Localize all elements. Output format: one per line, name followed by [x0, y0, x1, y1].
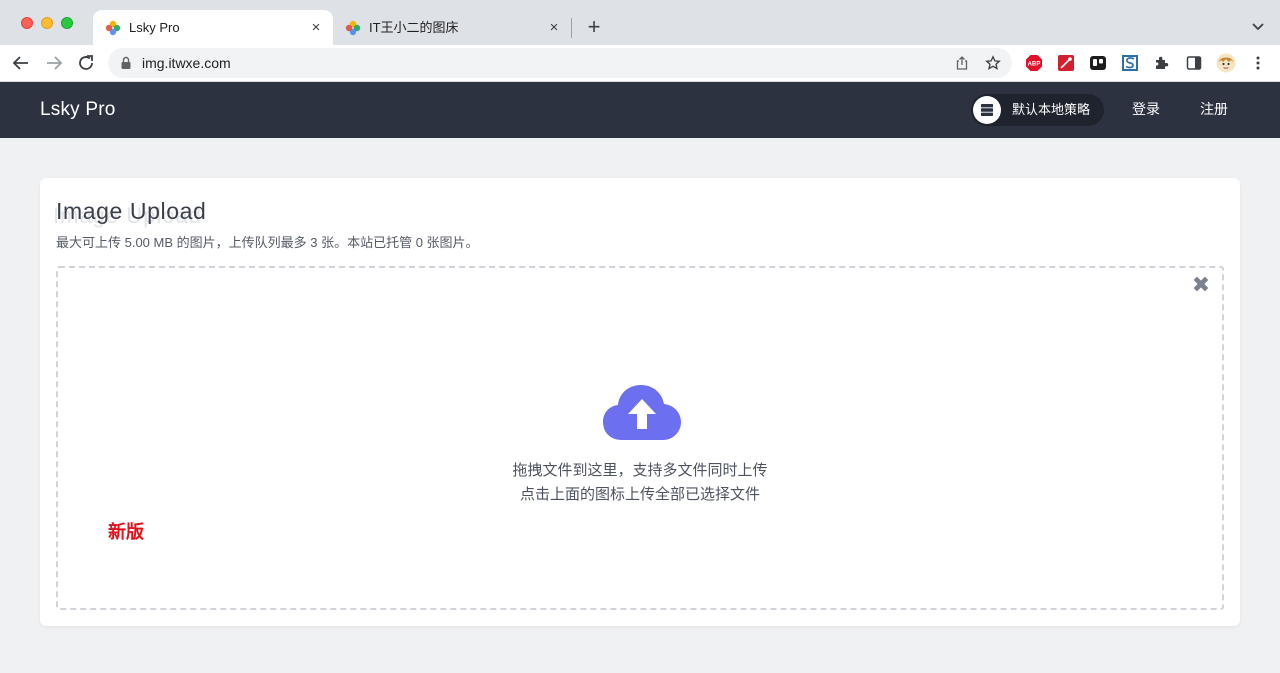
- browser-toolbar: img.itwxe.com ABP: [0, 45, 1280, 82]
- tab-title: IT王小二的图床: [369, 20, 459, 35]
- window-minimize-button[interactable]: [41, 17, 53, 29]
- puzzle-icon[interactable]: [1153, 54, 1171, 72]
- tab-close-icon[interactable]: ×: [545, 19, 563, 37]
- tab-close-icon[interactable]: ×: [307, 19, 325, 37]
- site-navbar: Lsky Pro 默认本地策略 登录 注册: [0, 82, 1280, 138]
- back-arrow-icon[interactable]: [10, 52, 32, 74]
- upload-limits-text: 最大可上传 5.00 MB 的图片，上传队列最多 3 张。本站已托管 0 张图片…: [56, 235, 479, 250]
- dropzone-hint-click: 点击上面的图标上传全部已选择文件: [519, 486, 760, 503]
- tab-title: Lsky Pro: [129, 20, 180, 35]
- avatar-icon[interactable]: [1216, 53, 1236, 73]
- reload-icon[interactable]: [75, 52, 97, 74]
- menu-icon[interactable]: [1249, 54, 1267, 72]
- url-text: img.itwxe.com: [142, 55, 231, 71]
- forward-arrow-icon[interactable]: [43, 52, 65, 74]
- lock-icon[interactable]: [120, 56, 132, 70]
- browser-tab-itwxe[interactable]: IT王小二的图床 ×: [333, 10, 571, 45]
- window-zoom-button[interactable]: [61, 17, 73, 29]
- login-link[interactable]: 登录: [1132, 101, 1160, 118]
- server-icon: [973, 96, 1001, 124]
- share-icon[interactable]: [954, 55, 970, 71]
- abp-icon[interactable]: ABP: [1025, 54, 1043, 72]
- clear-queue-close-icon[interactable]: ✖: [1191, 274, 1211, 296]
- new-tab-button[interactable]: +: [583, 16, 605, 38]
- page-title: Image Upload: [56, 198, 207, 224]
- pdf-icon[interactable]: [1057, 54, 1075, 72]
- strategy-label: 默认本地策略: [1012, 102, 1091, 117]
- trello-icon[interactable]: [1089, 54, 1107, 72]
- sidepanel-icon[interactable]: [1185, 54, 1203, 72]
- upload-dropzone[interactable]: ✖ 拖拽文件到这里，支持多文件同时上传 点击上面的图标上传全部已选择文件 新版: [56, 266, 1224, 610]
- upload-card: Image Upload Image Upload 最大可上传 5.00 MB …: [40, 178, 1240, 626]
- bookmark-star-icon[interactable]: [985, 55, 1001, 71]
- pinwheel-favicon-icon: [345, 20, 361, 36]
- chevron-down-icon[interactable]: [1249, 17, 1267, 35]
- browser-tab-strip: Lsky Pro × IT王小二的图床 × +: [0, 0, 1280, 45]
- new-version-badge: 新版: [108, 522, 144, 542]
- register-link[interactable]: 注册: [1200, 101, 1228, 118]
- tab-separator: [571, 18, 572, 38]
- dropzone-hint-drag: 拖拽文件到这里，支持多文件同时上传: [512, 462, 768, 479]
- s-icon[interactable]: [1121, 54, 1139, 72]
- cloud-upload-icon[interactable]: [602, 384, 682, 442]
- storage-strategy-button[interactable]: 默认本地策略: [971, 94, 1104, 126]
- brand-logo-text[interactable]: Lsky Pro: [40, 99, 116, 121]
- window-close-button[interactable]: [21, 17, 33, 29]
- address-bar[interactable]: img.itwxe.com: [108, 48, 1012, 78]
- browser-tab-lsky[interactable]: Lsky Pro ×: [93, 10, 333, 45]
- svg-text:ABP: ABP: [1028, 62, 1041, 68]
- pinwheel-favicon-icon: [105, 20, 121, 36]
